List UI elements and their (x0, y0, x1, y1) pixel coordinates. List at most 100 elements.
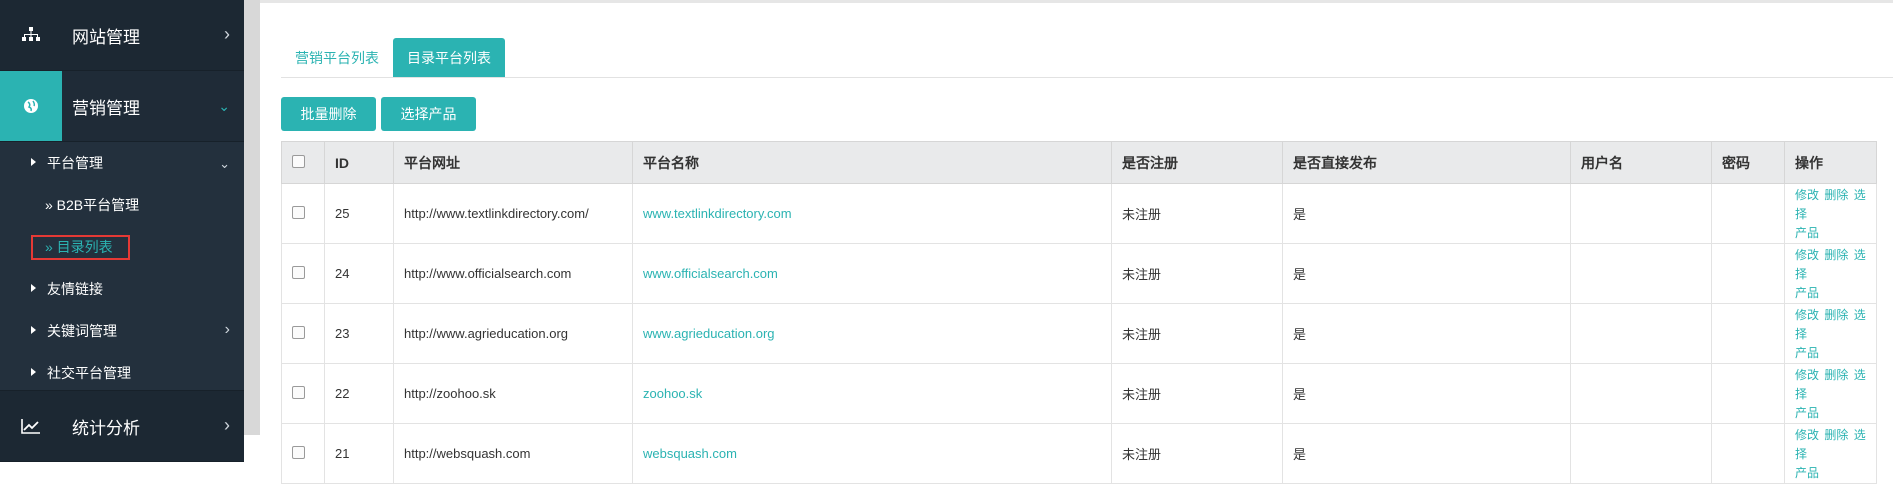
tab-directory-platforms[interactable]: 目录平台列表 (393, 38, 505, 77)
delete-link[interactable]: 删除 (1824, 188, 1848, 202)
row-registered: 未注册 (1111, 363, 1283, 424)
row-name-link[interactable]: websquash.com (632, 423, 1112, 484)
row-username (1570, 423, 1712, 484)
col-password: 密码 (1711, 141, 1785, 184)
col-name: 平台名称 (632, 141, 1112, 184)
row-registered: 未注册 (1111, 303, 1283, 364)
row-checkbox[interactable] (292, 385, 305, 399)
batch-delete-button[interactable]: 批量删除 (281, 97, 376, 131)
row-direct-publish: 是 (1282, 183, 1571, 244)
edit-link[interactable]: 修改 (1795, 368, 1819, 382)
sidebar-item-platform-mgmt[interactable]: 平台管理 ⌄ (0, 142, 244, 184)
product-link-text: 产品 (1795, 466, 1820, 480)
row-id: 21 (324, 423, 394, 484)
row-direct-publish: 是 (1282, 423, 1571, 484)
sidebar-item-label: » 目录列表 (45, 239, 113, 255)
delete-link[interactable]: 删除 (1824, 248, 1848, 262)
row-checkbox[interactable] (292, 205, 305, 219)
row-name-link[interactable]: zoohoo.sk (632, 363, 1112, 424)
select-all-cell (281, 141, 325, 184)
delete-link[interactable]: 删除 (1824, 308, 1848, 322)
row-actions: 修改 删除 选择 产品 (1784, 363, 1877, 424)
globe-icon (0, 71, 62, 141)
sidebar-item-directory[interactable]: » 目录列表 (0, 226, 244, 268)
edit-link[interactable]: 修改 (1795, 308, 1819, 322)
row-checkbox[interactable] (292, 445, 305, 459)
row-id: 25 (324, 183, 394, 244)
directory-table: ID 平台网址 平台名称 是否注册 是否直接发布 用户名 密码 操作 25 htt… (281, 141, 1877, 484)
sidebar-item-keyword-mgmt[interactable]: 关键词管理 › (0, 310, 244, 352)
nav-website-mgmt[interactable]: 网站管理 › (0, 0, 244, 71)
nav-statistics[interactable]: 统计分析 › (0, 390, 244, 462)
sidebar-item-label: 社交平台管理 (47, 365, 131, 381)
edit-link[interactable]: 修改 (1795, 428, 1819, 442)
row-actions: 修改 删除 选择 产品 (1784, 423, 1877, 484)
row-select-cell (281, 363, 325, 424)
nav-marketing-mgmt[interactable]: 营销管理 ⌄ (0, 71, 244, 142)
product-link-text: 产品 (1795, 346, 1820, 360)
delete-link[interactable]: 删除 (1824, 368, 1848, 382)
row-password (1711, 183, 1785, 244)
sidebar-item-social-mgmt[interactable]: 社交平台管理 (0, 352, 244, 394)
row-checkbox[interactable] (292, 325, 305, 339)
chart-line-icon (0, 391, 62, 461)
row-select-cell (281, 183, 325, 244)
row-url: http://www.agrieducation.org (393, 303, 633, 364)
sidebar-item-label: 关键词管理 (47, 323, 117, 339)
chevron-right-icon: › (224, 24, 230, 44)
caret-right-icon (31, 368, 36, 376)
row-registered: 未注册 (1111, 243, 1283, 304)
caret-right-icon (31, 284, 36, 292)
nav-marketing-mgmt-label: 营销管理 (72, 98, 140, 118)
product-link-text: 产品 (1795, 406, 1820, 420)
col-direct-publish: 是否直接发布 (1282, 141, 1571, 184)
col-username: 用户名 (1570, 141, 1712, 184)
row-password (1711, 243, 1785, 304)
row-url: http://websquash.com (393, 423, 633, 484)
row-password (1711, 303, 1785, 364)
table-row: 22 http://zoohoo.sk zoohoo.sk 未注册是 修改 删除 选择产… (281, 363, 1877, 424)
edit-link[interactable]: 修改 (1795, 248, 1819, 262)
sidebar-item-b2b[interactable]: » B2B平台管理 (0, 184, 244, 226)
row-checkbox[interactable] (292, 265, 305, 279)
row-id: 24 (324, 243, 394, 304)
chevron-right-icon: › (224, 415, 230, 435)
sidebar-item-friend-links[interactable]: 友情链接 (0, 268, 244, 310)
sidebar-item-label: 平台管理 (47, 155, 103, 171)
select-all-checkbox[interactable] (292, 154, 305, 168)
row-username (1570, 363, 1712, 424)
row-name-link[interactable]: www.agrieducation.org (632, 303, 1112, 364)
row-name-link[interactable]: www.officialsearch.com (632, 243, 1112, 304)
scrollbar[interactable] (244, 0, 260, 435)
row-direct-publish: 是 (1282, 243, 1571, 304)
row-select-cell (281, 243, 325, 304)
tab-bar: 营销平台列表 目录平台列表 (281, 38, 1893, 78)
row-direct-publish: 是 (1282, 303, 1571, 364)
tab-marketing-platforms[interactable]: 营销平台列表 (281, 38, 393, 77)
sidebar: 网站管理 › 营销管理 ⌄ 平台管理 ⌄ » B2B平台管理 » 目录列表 友情… (0, 0, 244, 462)
col-registered: 是否注册 (1111, 141, 1283, 184)
row-url: http://www.officialsearch.com (393, 243, 633, 304)
chevron-down-icon: ⌄ (218, 98, 230, 114)
row-id: 22 (324, 363, 394, 424)
nav-website-mgmt-label: 网站管理 (72, 27, 140, 47)
delete-link[interactable]: 删除 (1824, 428, 1848, 442)
col-url: 平台网址 (393, 141, 633, 184)
row-select-cell (281, 303, 325, 364)
row-name-link[interactable]: www.textlinkdirectory.com (632, 183, 1112, 244)
table-row: 25 http://www.textlinkdirectory.com/www.t… (281, 183, 1877, 244)
sidebar-item-label: 友情链接 (47, 281, 103, 297)
table-row: 21 http://websquash.com websquash.com 未注册是 修… (281, 423, 1877, 484)
col-id: ID (324, 141, 394, 184)
sidebar-item-label: » B2B平台管理 (45, 197, 140, 213)
row-registered: 未注册 (1111, 183, 1283, 244)
product-link-text: 产品 (1795, 286, 1820, 300)
select-product-button[interactable]: 选择产品 (381, 97, 476, 131)
row-direct-publish: 是 (1282, 363, 1571, 424)
row-url: http://www.textlinkdirectory.com/ (393, 183, 633, 244)
edit-link[interactable]: 修改 (1795, 188, 1819, 202)
row-username (1570, 243, 1712, 304)
sitemap-icon (0, 0, 62, 70)
row-select-cell (281, 423, 325, 484)
top-divider (260, 0, 1893, 3)
